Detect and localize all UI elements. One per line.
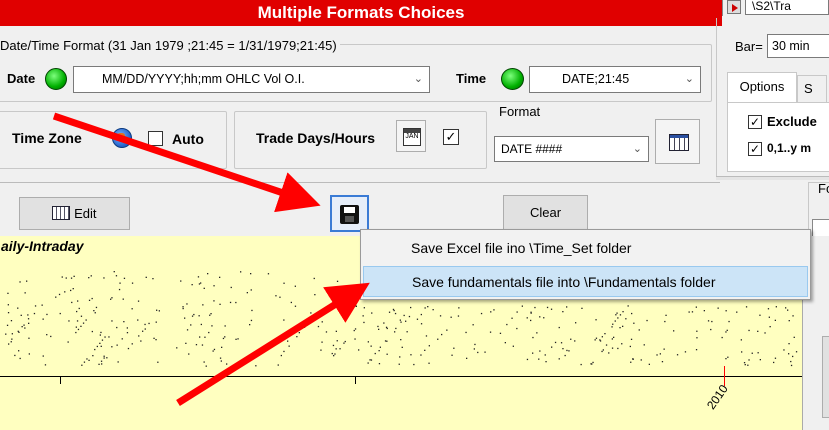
arrow-to-save-button bbox=[52, 112, 321, 213]
annotation-arrows bbox=[52, 112, 370, 406]
arrow-to-menu-item bbox=[176, 282, 370, 406]
